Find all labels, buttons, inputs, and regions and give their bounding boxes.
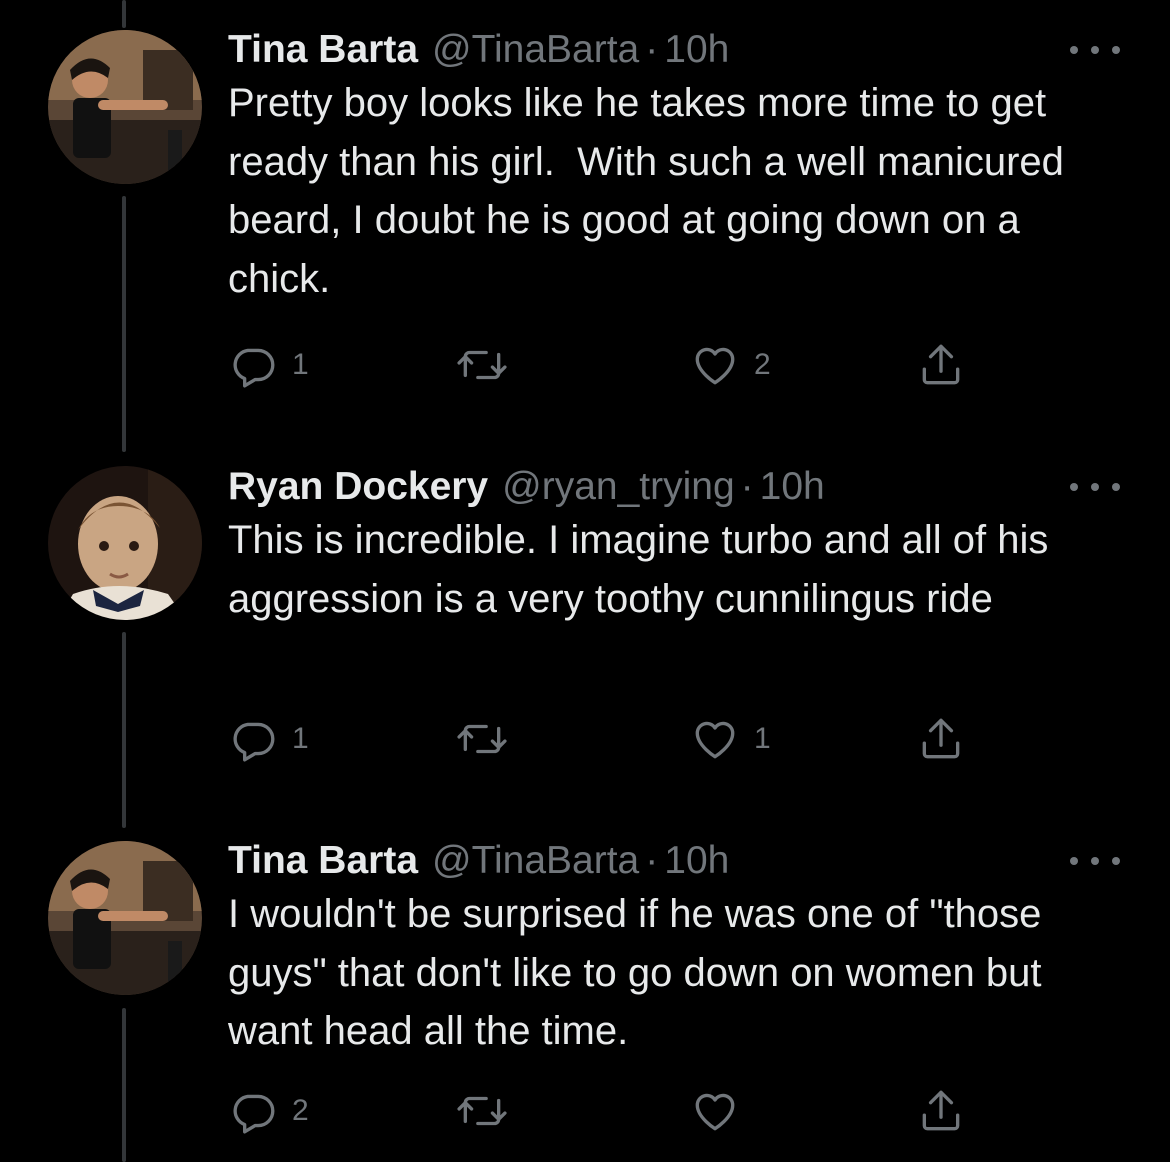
retweet-button[interactable] [454, 340, 524, 390]
heart-icon [695, 721, 735, 759]
share-button[interactable] [916, 340, 966, 390]
author-handle[interactable]: @TinaBarta [432, 839, 639, 883]
author-handle[interactable]: @ryan_trying [502, 465, 735, 509]
tweet-text: This is incredible. I imagine turbo and … [228, 518, 1060, 621]
more-options-icon[interactable] [1070, 40, 1120, 60]
reply-button[interactable]: 1 [228, 714, 309, 764]
like-button[interactable]: 2 [690, 340, 771, 390]
like-count: 2 [754, 348, 771, 381]
reply-button[interactable]: 2 [228, 1086, 309, 1136]
author-name[interactable]: Tina Barta [228, 28, 418, 72]
like-button[interactable]: 1 [690, 714, 771, 764]
share-button[interactable] [916, 1086, 966, 1136]
share-icon [922, 1090, 960, 1131]
more-options-icon[interactable] [1070, 477, 1120, 497]
avatar[interactable] [48, 466, 202, 620]
separator-dot: · [645, 839, 659, 882]
reply-count: 1 [292, 348, 309, 381]
heart-icon [695, 1093, 735, 1131]
share-icon [922, 718, 960, 759]
share-icon [922, 344, 960, 385]
retweet-icon [457, 724, 507, 754]
retweet-button[interactable] [454, 1086, 524, 1136]
timestamp[interactable]: 10h [664, 28, 729, 72]
author-name[interactable]: Ryan Dockery [228, 465, 488, 509]
like-button[interactable] [690, 1086, 754, 1136]
action-bar: 2 [228, 1086, 978, 1136]
action-bar: 1 1 [228, 714, 978, 764]
avatar[interactable] [48, 841, 202, 995]
like-count: 1 [754, 722, 771, 755]
retweet-icon [457, 350, 507, 380]
retweet-button[interactable] [454, 714, 524, 764]
tweet-header: Ryan Dockery @ryan_trying · 10h [228, 459, 825, 515]
action-bar: 1 2 [228, 340, 978, 390]
author-handle[interactable]: @TinaBarta [432, 28, 639, 72]
tweet-text: I wouldn't be surprised if he was one of… [228, 892, 1053, 1053]
author-name[interactable]: Tina Barta [228, 839, 418, 883]
reply-button[interactable]: 1 [228, 340, 309, 390]
reply-count: 1 [292, 722, 309, 755]
avatar-image [48, 466, 202, 620]
heart-icon [695, 347, 735, 385]
tweet[interactable]: Tina Barta @TinaBarta · 10h Pretty boy l… [0, 22, 1170, 402]
more-options-icon[interactable] [1070, 851, 1120, 871]
avatar-image [48, 841, 202, 995]
reply-icon [233, 722, 275, 762]
retweet-icon [457, 1096, 507, 1126]
reply-count: 2 [292, 1094, 309, 1127]
timestamp[interactable]: 10h [664, 839, 729, 883]
reply-icon [233, 1094, 275, 1134]
tweet-header: Tina Barta @TinaBarta · 10h [228, 833, 729, 889]
tweet-header: Tina Barta @TinaBarta · 10h [228, 22, 729, 78]
timestamp[interactable]: 10h [760, 465, 825, 509]
avatar[interactable] [48, 30, 202, 184]
tweet[interactable]: Tina Barta @TinaBarta · 10h I wouldn't b… [0, 833, 1170, 1162]
separator-dot: · [740, 465, 754, 508]
tweet[interactable]: Ryan Dockery @ryan_trying · 10h This is … [0, 459, 1170, 789]
reply-icon [233, 348, 275, 388]
separator-dot: · [645, 28, 659, 71]
tweet-text: Pretty boy looks like he takes more time… [228, 81, 1076, 301]
avatar-image [48, 30, 202, 184]
share-button[interactable] [916, 714, 966, 764]
